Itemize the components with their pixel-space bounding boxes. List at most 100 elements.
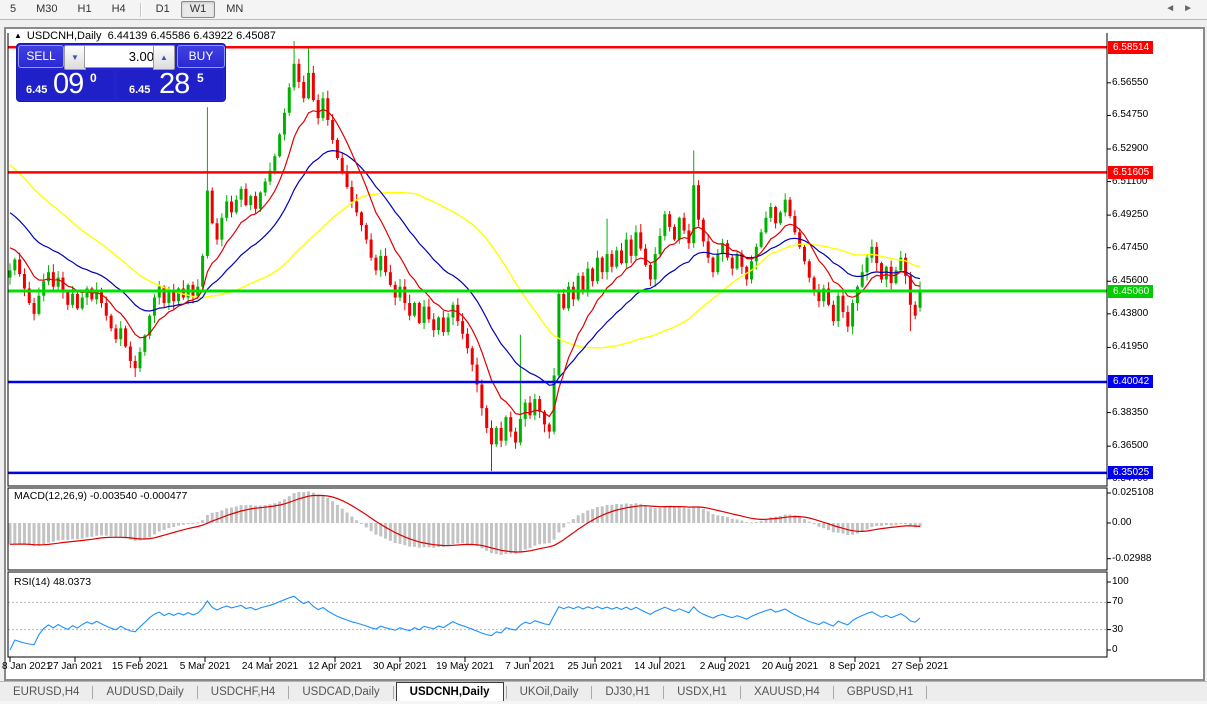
chart-tab-dj30-h1[interactable]: DJ30,H1 [592,683,663,701]
collapse-panel-icon[interactable]: ▲ [14,31,22,40]
macd-histogram-bar [822,523,825,528]
chart-tab-usdx-h1[interactable]: USDX,H1 [664,683,740,701]
candle-body [307,73,310,98]
macd-histogram-bar [408,523,411,547]
macd-histogram-bar [148,523,151,537]
buy-price-display[interactable]: 6.45 28 5 [117,70,223,99]
macd-histogram-bar [813,523,816,524]
volume-increase-button[interactable]: ▲ [153,45,175,70]
macd-histogram-bar [384,523,387,539]
macd-histogram-bar [736,519,739,523]
macd-histogram-bar [639,504,642,523]
candle-body [427,307,430,320]
candle-body [331,120,334,140]
candle-body [389,272,392,285]
chart-tab-usdcad-daily[interactable]: USDCAD,Daily [289,683,392,701]
macd-histogram-bar [567,522,570,523]
candle-body [47,272,50,281]
candle-body [350,187,353,201]
macd-histogram-bar [47,523,50,543]
macd-histogram-bar [769,517,772,523]
candle-body [846,312,849,326]
timeframe-button-mn[interactable]: MN [217,1,252,18]
candle-body [711,258,714,272]
price-axis-label: 6.54750 [1112,109,1148,121]
candle-body [76,294,79,308]
candle-body [880,263,883,279]
timeframe-button-d1[interactable]: D1 [147,1,179,18]
macd-histogram-bar [350,516,353,523]
macd-histogram-bar [557,523,560,532]
macd-histogram-bar [321,496,324,523]
candle-body [206,191,209,256]
macd-histogram-bar [466,523,469,544]
candle-body [302,82,305,98]
rsi-plot [8,596,1107,650]
date-axis-label: 14 Jul 2021 [628,661,692,673]
macd-histogram-bar [153,523,156,534]
macd-histogram-bar [476,523,479,546]
macd-histogram-bar [143,523,146,539]
price-level-badge: 6.35025 [1108,466,1153,479]
tab-scroll-arrows: ◄► [1165,3,1201,14]
candle-body [18,260,21,274]
candle-body [610,254,613,267]
candle-body [644,249,647,265]
candle-body [254,196,257,209]
timeframe-button-h4[interactable]: H4 [103,1,135,18]
macd-histogram-bar [654,508,657,523]
macd-histogram-bar [885,523,888,525]
chart-tab-xauusd-h4[interactable]: XAUUSD,H4 [741,683,833,701]
macd-histogram-bar [52,523,55,542]
candle-body [851,303,854,327]
candle-body [139,352,142,368]
timeframe-button-m30[interactable]: M30 [27,1,66,18]
macd-histogram-bar [105,523,108,536]
candle-body [33,303,36,314]
chart-ohlc-title: ▲USDCNH,Daily 6.44139 6.45586 6.43922 6.… [14,30,282,42]
sell-price-display[interactable]: 6.45 09 0 [18,70,113,99]
candle-body [249,196,252,205]
macd-histogram-bar [692,507,695,523]
macd-histogram-bar [312,493,315,523]
chart-tab-ukoil-daily[interactable]: UKOil,Daily [507,683,592,701]
macd-histogram-bar [683,507,686,523]
macd-histogram-bar [904,523,907,524]
candle-body [297,64,300,82]
buy-button[interactable]: BUY [177,45,225,68]
macd-histogram-bar [365,523,368,527]
chart-tab-audusd-daily[interactable]: AUDUSD,Daily [93,683,196,701]
candle-body [244,189,247,205]
timeframe-button-h1[interactable]: H1 [69,1,101,18]
candle-body [919,291,922,308]
volume-input[interactable]: 3.00 [84,45,161,68]
macd-histogram-bar [206,515,209,523]
macd-histogram-bar [774,517,777,523]
chart-tab-usdchf-h4[interactable]: USDCHF,H4 [198,683,289,701]
timeframe-button-5[interactable]: 5 [1,1,25,18]
chart-tab-eurusd-h4[interactable]: EURUSD,H4 [0,683,92,701]
candle-body [283,113,286,135]
macd-histogram-bar [880,523,883,526]
candle-body [779,212,782,223]
tabs-scroll-right-icon[interactable]: ► [1183,3,1201,14]
macd-histogram-bar [346,513,349,523]
sell-price-big: 09 [53,68,83,101]
candle-body [514,432,517,443]
tabs-scroll-left-icon[interactable]: ◄ [1165,3,1183,14]
timeframe-button-w1[interactable]: W1 [181,1,216,18]
chart-tab-gbpusd-h1[interactable]: GBPUSD,H1 [834,683,926,701]
candle-body [692,185,695,243]
chart-canvas[interactable] [0,28,1207,676]
sell-button[interactable]: SELL [18,45,64,68]
macd-histogram-bar [745,522,748,523]
candle-body [789,200,792,216]
macd-histogram-bar [586,510,589,523]
candle-body [538,399,541,412]
volume-decrease-button[interactable]: ▼ [64,45,86,70]
candle-body [596,258,599,282]
candle-body [259,192,262,208]
rsi-axis-label: 30 [1112,624,1123,636]
chart-tab-usdcnh-daily[interactable]: USDCNH,Daily [396,682,504,703]
rsi-axis-label: 70 [1112,596,1123,608]
